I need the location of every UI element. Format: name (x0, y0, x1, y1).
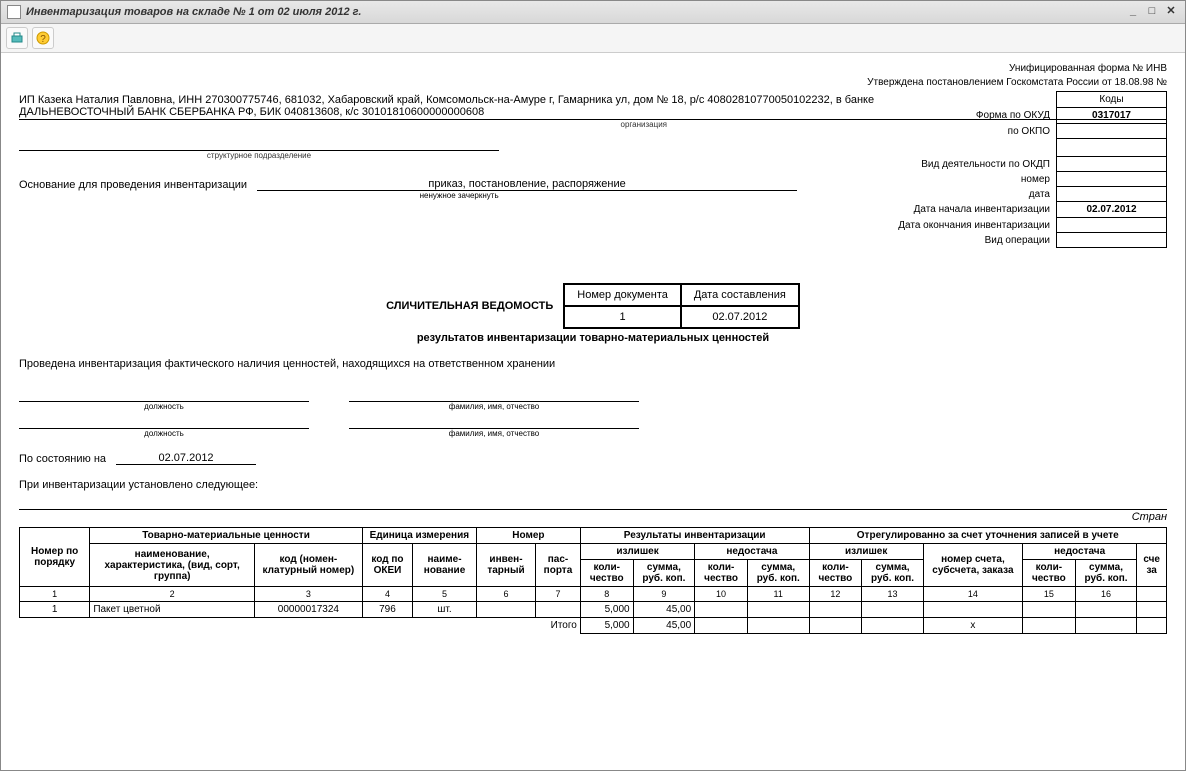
th-qty-1: коли-чество (580, 560, 633, 587)
okud-label: Форма по ОКУД (894, 108, 1056, 124)
th-passport: пас-порта (536, 544, 581, 587)
th-sum-4: сумма, руб. коп. (1075, 560, 1137, 587)
inv-end-label: Дата окончания инвентаризации (894, 218, 1056, 233)
date-value (1057, 187, 1167, 202)
okpo-label: по ОКПО (894, 124, 1056, 139)
inv-end-value (1057, 218, 1167, 233)
established-text: При инвентаризации установлено следующее… (19, 479, 1167, 491)
page-label: Стран (19, 509, 1167, 523)
doc-date-value: 02.07.2012 (681, 306, 799, 328)
num-value (1057, 172, 1167, 187)
date-label: дата (894, 187, 1056, 202)
sig-fio-caption-2: фамилия, имя, отчество (349, 429, 639, 438)
codes-header: Коды (1057, 92, 1167, 108)
main-table: Номер по порядку Товарно-материальные це… (19, 527, 1167, 634)
sig-pos-caption-2: должность (19, 429, 309, 438)
state-row: По состоянию на 02.07.2012 (19, 452, 1167, 465)
th-tmc: Товарно-материальные ценности (90, 528, 362, 544)
th-reg-surplus: излишек (809, 544, 923, 560)
op-value (1057, 233, 1167, 248)
th-qty-2: коли-чество (695, 560, 748, 587)
okdp-value (1057, 157, 1167, 172)
org-caption: организация (19, 120, 667, 129)
basis-value: приказ, постановление, распоряжение (257, 178, 797, 191)
document-icon (7, 5, 21, 19)
th-qty-4: коли-чество (1022, 560, 1075, 587)
th-okei: код по ОКЕИ (362, 544, 412, 587)
doc-title-block: СЛИЧИТЕЛЬНАЯ ВЕДОМОСТЬ Номер документа Д… (19, 283, 1167, 329)
th-code: код (номен-клатурный номер) (255, 544, 363, 587)
th-number: Номер (476, 528, 580, 544)
sig-fio-caption-1: фамилия, имя, отчество (349, 402, 639, 411)
th-regulated: Отрегулированно за счет уточнения записе… (809, 528, 1166, 544)
struct-line (19, 137, 499, 151)
basis-row: Основание для проведения инвентаризации … (19, 178, 879, 191)
doc-num-table: Номер документа Дата составления 1 02.07… (563, 283, 800, 329)
op-label: Вид операции (894, 233, 1056, 248)
titlebar: Инвентаризация товаров на складе № 1 от … (1, 1, 1185, 24)
basis-caption: ненужное зачеркнуть (39, 191, 919, 200)
th-name: наименование, характеристика, (вид, сорт… (90, 544, 255, 587)
th-inv-num: инвен-тарный (476, 544, 535, 587)
th-unit-name: наиме-нование (413, 544, 477, 587)
sig-pos-caption-1: должность (19, 402, 309, 411)
state-label: По состоянию на (19, 453, 106, 465)
th-inv-results: Результаты инвентаризации (580, 528, 809, 544)
okdp-label: Вид деятельности по ОКДП (894, 157, 1056, 172)
basis-label: Основание для проведения инвентаризации (19, 179, 247, 191)
doc-num-value: 1 (564, 306, 681, 328)
num-label: номер (894, 172, 1056, 187)
doc-date-header: Дата составления (681, 284, 799, 306)
th-shortage: недостача (695, 544, 809, 560)
th-reg-shortage: недостача (1022, 544, 1136, 560)
signature-rows: должность фамилия, имя, отчество должнос… (19, 388, 639, 438)
doc-title: СЛИЧИТЕЛЬНАЯ ВЕДОМОСТЬ (386, 300, 553, 312)
th-sum-1: сумма, руб. коп. (633, 560, 695, 587)
th-num: Номер по порядку (20, 528, 90, 587)
table-row[interactable]: 1 Пакет цветной 00000017324 796 шт. 5,00… (20, 602, 1167, 618)
form-header-line1: Унифицированная форма № ИНВ (19, 63, 1167, 74)
maximize-button[interactable]: □ (1144, 4, 1160, 20)
document-area[interactable]: Унифицированная форма № ИНВ Утверждена п… (1, 53, 1185, 770)
close-button[interactable]: ✕ (1163, 4, 1179, 20)
doc-subtitle: результатов инвентаризации товарно-матер… (19, 332, 1167, 344)
codes-block: Коды Форма по ОКУД0317017 по ОКПО Вид де… (894, 91, 1167, 248)
form-header-line2: Утверждена постановлением Госкомстата Ро… (19, 77, 1167, 88)
total-row: Итого 5,000 45,00 х (20, 618, 1167, 634)
toolbar: ? (1, 24, 1185, 53)
col-number-row: 1 2 3 4 5 6 7 8 9 10 11 12 13 14 15 16 (20, 587, 1167, 602)
print-button[interactable] (6, 27, 28, 49)
svg-text:?: ? (40, 34, 46, 45)
app-window: Инвентаризация товаров на складе № 1 от … (0, 0, 1186, 771)
inv-start-label: Дата начала инвентаризации (894, 202, 1056, 218)
th-surplus: излишек (580, 544, 694, 560)
intro-text: Проведена инвентаризация фактического на… (19, 358, 1167, 370)
struct-caption: структурное подразделение (19, 151, 499, 160)
th-acct: номер счета, субсчета, заказа (923, 544, 1022, 587)
okud-value: 0317017 (1057, 108, 1167, 124)
th-sum-3: сумма, руб. коп. (862, 560, 924, 587)
doc-num-header: Номер документа (564, 284, 681, 306)
inv-start-value: 02.07.2012 (1057, 202, 1167, 218)
th-unit: Единица измерения (362, 528, 476, 544)
state-value: 02.07.2012 (116, 452, 256, 465)
help-button[interactable]: ? (32, 27, 54, 49)
th-sch: сче за (1137, 544, 1167, 587)
th-sum-2: сумма, руб. коп. (747, 560, 809, 587)
window-title: Инвентаризация товаров на складе № 1 от … (26, 6, 1122, 18)
okpo-value (1057, 124, 1167, 139)
th-qty-3: коли-чество (809, 560, 862, 587)
minimize-button[interactable]: _ (1125, 4, 1141, 20)
